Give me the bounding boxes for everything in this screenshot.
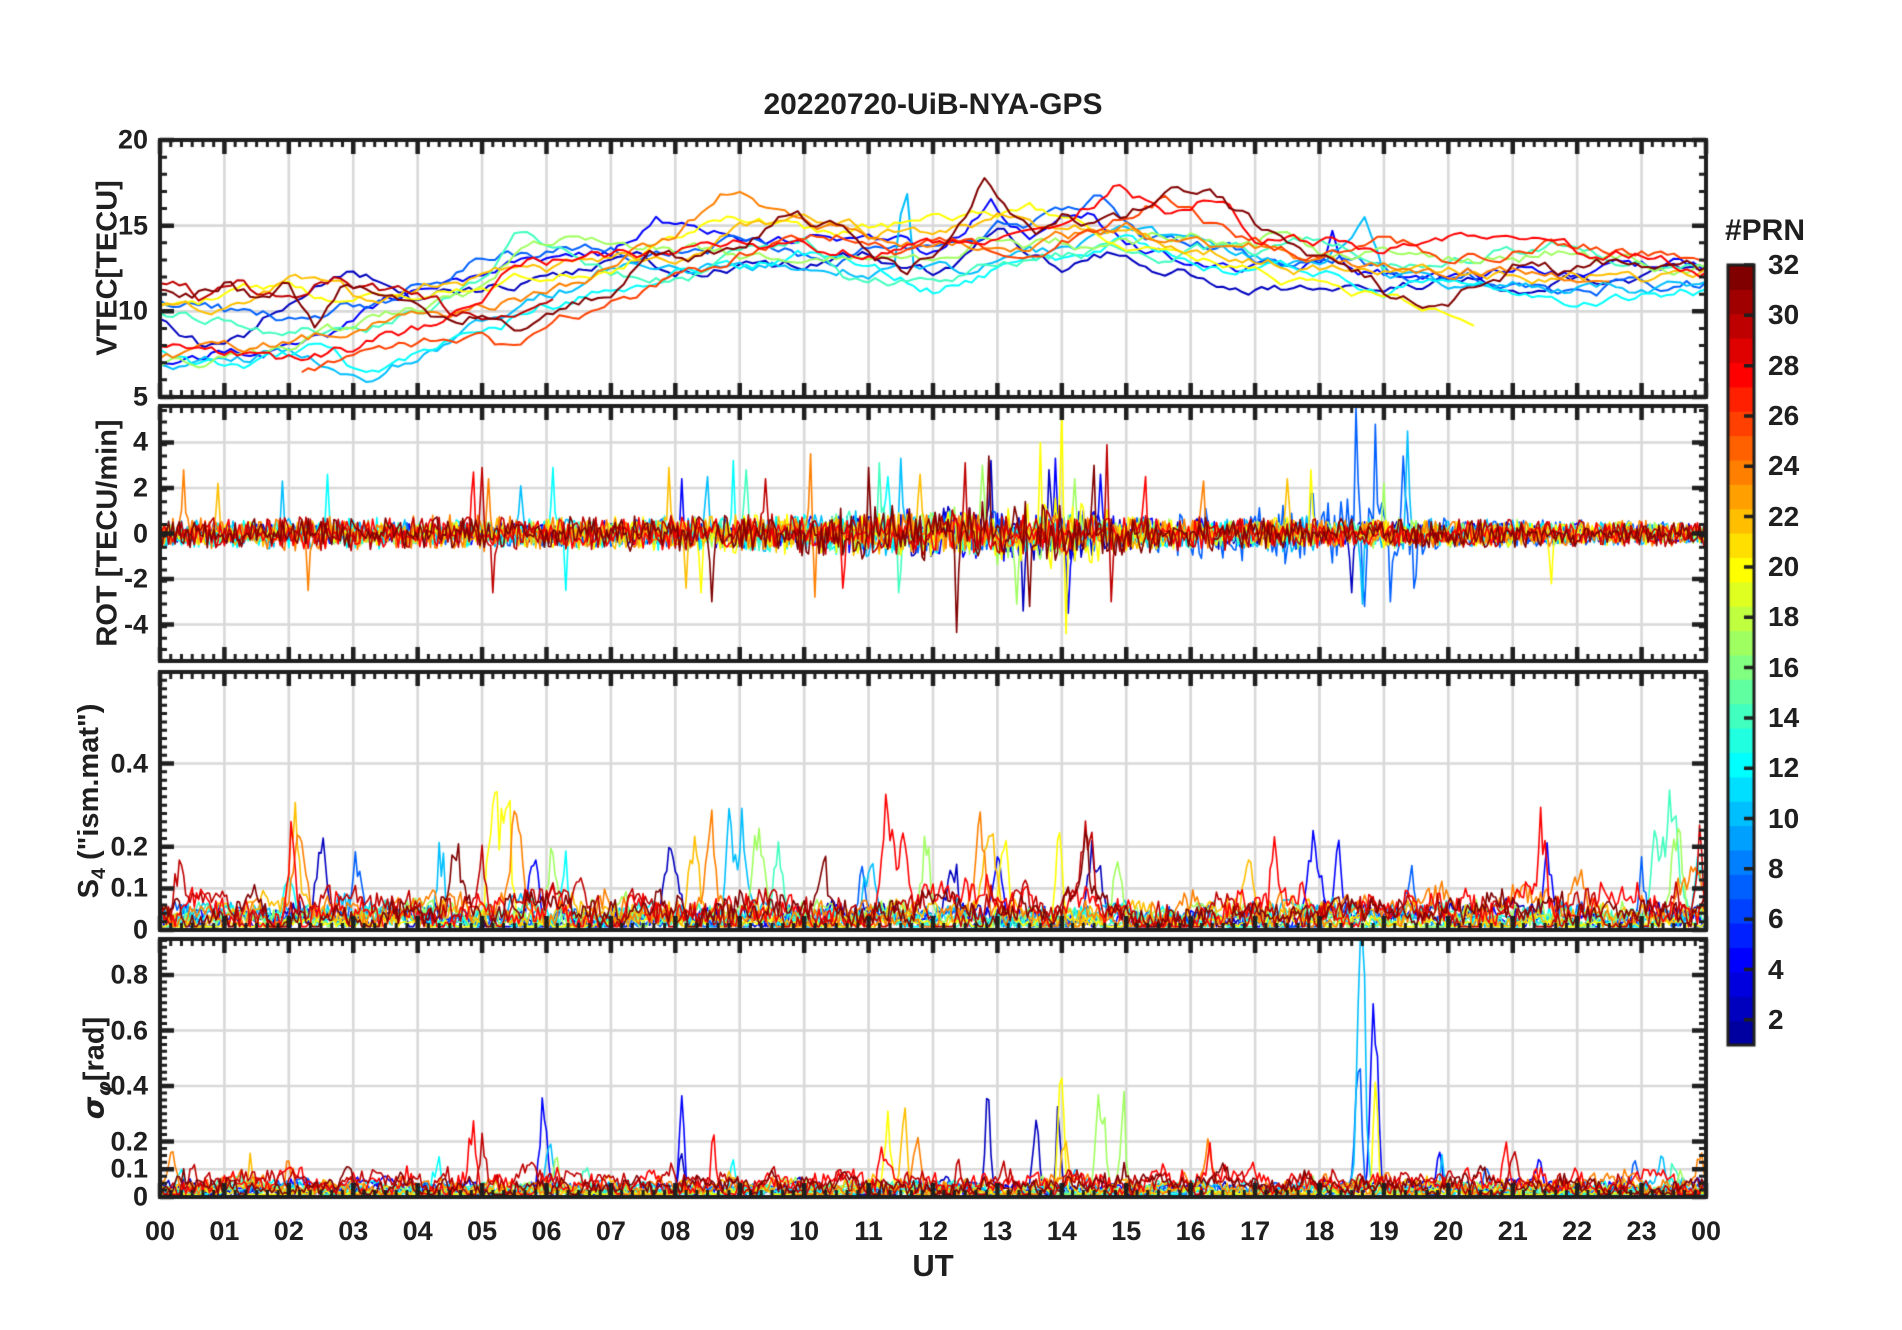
x-tick-label: 17 bbox=[1240, 1216, 1271, 1246]
colorbar-tick-label: 30 bbox=[1768, 299, 1800, 331]
y-axis-label-vtec-text: VTEC[TECU] bbox=[91, 180, 124, 356]
x-tick-label: 08 bbox=[660, 1216, 691, 1246]
y-tick-label-s4: 0.2 bbox=[110, 831, 148, 862]
y-tick-label-vtec: 15 bbox=[117, 210, 148, 241]
figure-20220720-uib-nya-gps: 20220720-UiB-NYA-GPS VTEC[TECU] ROT [TEC… bbox=[0, 0, 1902, 1330]
x-tick-label: 12 bbox=[917, 1216, 949, 1246]
x-tick-label: 05 bbox=[467, 1216, 498, 1246]
x-tick-label: 07 bbox=[595, 1216, 626, 1246]
colorbar-title: #PRN bbox=[1724, 214, 1806, 247]
x-tick-label: 18 bbox=[1304, 1216, 1335, 1246]
x-tick-label: 14 bbox=[1046, 1216, 1077, 1246]
colorbar-tick-label: 22 bbox=[1768, 500, 1800, 532]
x-tick-label: 01 bbox=[209, 1216, 240, 1246]
y-tick-label-sigma_phi: 0 bbox=[132, 1181, 148, 1212]
x-tick-label: 19 bbox=[1368, 1216, 1399, 1246]
colorbar-tick-label: 28 bbox=[1768, 349, 1800, 381]
y-tick-label-vtec: 5 bbox=[132, 381, 148, 412]
y-tick-label-sigma_phi: 0.8 bbox=[110, 959, 148, 990]
plot-canvas bbox=[0, 0, 1902, 1330]
y-tick-label-rot: -2 bbox=[123, 563, 148, 594]
x-tick-label: 22 bbox=[1562, 1216, 1593, 1246]
y-tick-label-s4: 0 bbox=[132, 914, 148, 945]
x-axis-label: UT bbox=[912, 1248, 954, 1283]
x-tick-label: 09 bbox=[724, 1216, 755, 1246]
x-tick-label: 16 bbox=[1175, 1216, 1206, 1246]
y-tick-label-vtec: 10 bbox=[117, 295, 148, 326]
colorbar-tick-label: 10 bbox=[1768, 802, 1800, 834]
x-tick-label: 00 bbox=[144, 1216, 176, 1246]
y-tick-label-sigma_phi: 0.2 bbox=[110, 1126, 148, 1157]
x-tick-label: 20 bbox=[1433, 1216, 1464, 1246]
colorbar-tick-label: 8 bbox=[1768, 852, 1784, 884]
y-tick-label-rot: 4 bbox=[132, 426, 148, 457]
x-tick-label: 10 bbox=[789, 1216, 820, 1246]
y-tick-label-sigma_phi: 0.4 bbox=[110, 1070, 148, 1101]
y-tick-label-sigma_phi: 0.1 bbox=[110, 1153, 148, 1184]
y-axis-label-s4: S4 ("ism.mat") bbox=[73, 704, 111, 899]
colorbar-tick-label: 12 bbox=[1768, 752, 1800, 784]
colorbar-tick-label: 4 bbox=[1768, 953, 1784, 985]
x-tick-label: 03 bbox=[338, 1216, 369, 1246]
colorbar-tick-label: 2 bbox=[1768, 1003, 1784, 1035]
colorbar-tick-label: 18 bbox=[1768, 601, 1800, 633]
x-tick-label: 00 bbox=[1690, 1216, 1722, 1246]
y-tick-label-s4: 0.1 bbox=[110, 872, 148, 903]
y-tick-label-rot: 2 bbox=[132, 472, 148, 503]
y-tick-label-sigma_phi: 0.6 bbox=[110, 1015, 148, 1046]
x-tick-label: 02 bbox=[273, 1216, 304, 1246]
colorbar-tick-label: 6 bbox=[1768, 903, 1784, 935]
y-tick-label-rot: -4 bbox=[123, 609, 148, 640]
colorbar-tick-label: 16 bbox=[1768, 651, 1800, 683]
colorbar-tick-label: 24 bbox=[1768, 450, 1800, 482]
colorbar-tick-label: 20 bbox=[1768, 550, 1800, 582]
colorbar-tick-label: 32 bbox=[1768, 249, 1800, 280]
colorbar-tick-label: 14 bbox=[1768, 701, 1800, 733]
x-tick-label: 06 bbox=[531, 1216, 562, 1246]
y-tick-label-vtec: 20 bbox=[117, 124, 148, 155]
x-tick-label: 11 bbox=[854, 1216, 883, 1246]
y-tick-label-rot: 0 bbox=[132, 518, 148, 548]
y-tick-label-s4: 0.4 bbox=[110, 748, 148, 779]
x-tick-label: 04 bbox=[402, 1216, 433, 1246]
colorbar-tick-label: 26 bbox=[1768, 399, 1800, 431]
x-tick-label: 13 bbox=[982, 1216, 1013, 1246]
x-tick-label: 15 bbox=[1111, 1216, 1142, 1246]
y-axis-label-vtec: VTEC[TECU] bbox=[92, 180, 125, 356]
x-tick-label: 23 bbox=[1626, 1216, 1657, 1246]
chart-title: 20220720-UiB-NYA-GPS bbox=[763, 88, 1103, 121]
x-tick-label: 21 bbox=[1497, 1216, 1528, 1246]
